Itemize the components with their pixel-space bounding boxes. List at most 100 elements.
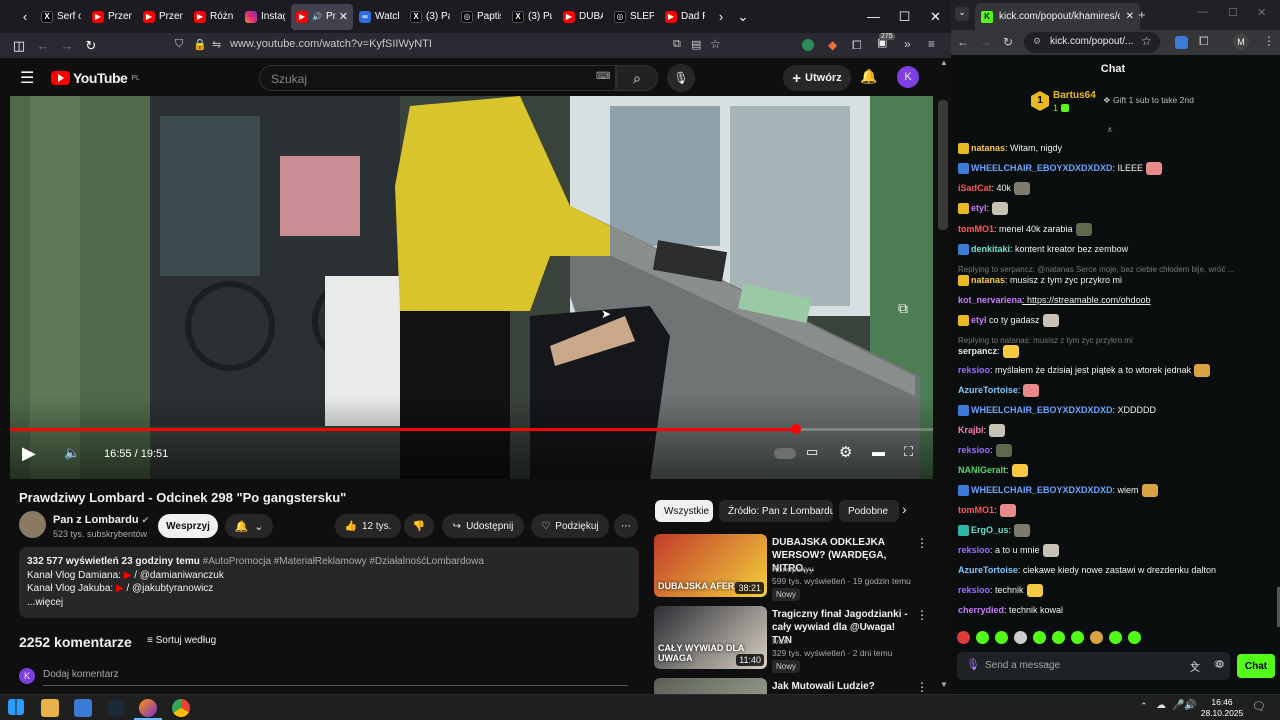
close-window-button[interactable]: ✕ <box>920 9 951 25</box>
chrome-kebab-menu-icon[interactable]: ⋮ <box>1263 34 1275 48</box>
chat-username[interactable]: serpancz <box>958 346 997 356</box>
chat-username[interactable]: reksioo <box>958 585 990 595</box>
channel-avatar[interactable] <box>19 511 46 538</box>
system-clock[interactable]: 16:46 28.10.2025 <box>1199 697 1245 719</box>
browser-tab[interactable]: ▶ Dad P <box>660 4 710 30</box>
chat-username[interactable]: denkitaki <box>971 244 1010 254</box>
quick-emote-icon[interactable] <box>976 631 989 644</box>
browser-tab[interactable]: X (3) Pa <box>405 4 455 30</box>
extension-fox-icon[interactable]: ◆ <box>828 38 837 52</box>
video-thumbnail[interactable]: DUBAJSKA AFERA 38:21 <box>654 534 767 597</box>
file-explorer-icon[interactable] <box>41 699 59 717</box>
steam-icon[interactable] <box>107 699 125 717</box>
account-avatar[interactable]: K <box>897 66 919 88</box>
settings-gear-icon[interactable]: ⚙ <box>839 443 852 461</box>
browser-tab[interactable]: ▶ Przem <box>87 4 137 30</box>
tab-list-button[interactable] <box>0 0 14 33</box>
recommended-channel[interactable]: Ivan <box>772 636 788 646</box>
tab-search-chevron-icon[interactable]: ⌄ <box>955 7 969 21</box>
description-line-2-handle[interactable]: / @jakubtyranowicz <box>126 583 213 594</box>
bookmark-star-icon[interactable]: ☆ <box>710 37 721 51</box>
new-tab-plus-icon[interactable]: + <box>1138 7 1146 22</box>
browser-tab[interactable]: ∞ Watch <box>354 4 404 30</box>
chrome-tab-active[interactable]: K kick.com/popout/khamires/cha ✕ <box>975 3 1140 30</box>
quick-emote-icon[interactable] <box>1052 631 1065 644</box>
chat-username[interactable]: natanas <box>971 143 1005 153</box>
hamburger-menu-icon[interactable]: ≡ <box>928 37 935 51</box>
forward-button[interactable]: → <box>55 33 79 58</box>
chat-text[interactable]: : https://streamable.com/ohdoob <box>1022 295 1151 305</box>
quick-emote-icon[interactable] <box>1014 631 1027 644</box>
chat-username[interactable]: iSadCat <box>958 183 992 193</box>
reader-view-icon[interactable]: ▤ <box>691 38 701 51</box>
quick-emote-icon[interactable] <box>1033 631 1046 644</box>
browser-tab[interactable]: X Serf o <box>36 4 86 30</box>
scroll-tabs-left-button[interactable]: ‹ <box>14 0 36 33</box>
tray-chevron-up-icon[interactable]: ⌃ <box>1140 701 1148 712</box>
channel-name-row[interactable]: Pan z Lombardu ✔ <box>53 514 149 526</box>
video-progress-bar[interactable] <box>10 424 933 434</box>
send-chat-button[interactable]: Chat <box>1237 654 1275 678</box>
maximize-button[interactable]: ☐ <box>889 9 920 25</box>
support-button[interactable]: Wesprzyj <box>158 514 218 538</box>
subtitles-icon[interactable]: ▭ <box>806 444 818 460</box>
extension-globe-icon[interactable] <box>802 39 814 51</box>
video-thumbnail[interactable] <box>654 678 767 694</box>
filter-chip[interactable]: Źródło: Pan z Lombardu <box>719 500 833 522</box>
chat-username[interactable]: etyl <box>971 203 987 213</box>
sort-comments-button[interactable]: ≡ Sortuj według <box>147 635 216 646</box>
volume-icon[interactable]: 🔈 <box>64 445 80 461</box>
chat-username[interactable]: WHEELCHAIR_EBOYXDXDXDXD <box>971 405 1113 415</box>
gift-sub-prompt[interactable]: ❖ Gift 1 sub to take 2nd <box>1103 95 1194 106</box>
quick-emote-icon[interactable] <box>995 631 1008 644</box>
scroll-down-arrow[interactable]: ▼ <box>940 680 948 689</box>
speaker-icon[interactable]: 🔊 <box>1184 700 1196 711</box>
chrome-minimize-button[interactable]: — <box>1197 6 1208 18</box>
chat-username[interactable]: NANIGeralt <box>958 465 1006 475</box>
chat-username[interactable]: reksioo <box>958 365 990 375</box>
share-button[interactable]: ↪ Udostępnij <box>442 514 524 538</box>
windows-start-icon[interactable] <box>8 699 24 715</box>
recommended-title[interactable]: Tragiczny finał Jagodzianki - cały wywia… <box>772 608 912 647</box>
recommended-video[interactable]: Jak Mutowali Ludzie? Więzień ⋮ <box>654 678 949 694</box>
chat-username[interactable]: etyl <box>971 315 987 325</box>
site-info-icon[interactable]: ⚙ <box>1033 36 1041 47</box>
browser-tab[interactable]: ▶ DUBA <box>558 4 608 30</box>
add-comment-input[interactable]: Dodaj komentarz <box>43 669 119 680</box>
filter-chip[interactable]: Podobne <box>839 500 899 522</box>
chat-username[interactable]: Krajbi <box>958 425 984 435</box>
recommended-video[interactable]: DUBAJSKA AFERA 38:21 DUBAJSKA ODKLEJKA WER… <box>654 534 949 601</box>
chrome-extension-icon[interactable] <box>1175 36 1188 49</box>
recommended-title[interactable]: Jak Mutowali Ludzie? Więzień <box>772 680 912 694</box>
list-all-tabs-button[interactable]: ⌄ <box>732 0 754 33</box>
filter-chip[interactable]: Wszystkie <box>655 500 713 522</box>
chat-settings-gear-icon[interactable]: ⚙ <box>1215 658 1225 671</box>
guide-menu-icon[interactable]: ☰ <box>20 68 34 88</box>
quick-emote-icon[interactable] <box>1128 631 1141 644</box>
more-actions-button[interactable]: ⋯ <box>614 514 638 538</box>
description-line-1-handle[interactable]: / @damianiwanczuk <box>134 570 224 581</box>
browser-tab[interactable]: ▶ Różni <box>189 4 239 30</box>
chrome-address-bar[interactable]: ⚙ kick.com/popout/... <box>1024 32 1160 53</box>
scroll-up-arrow[interactable]: ▲ <box>940 58 948 67</box>
browser-tab[interactable]: Instag <box>240 4 290 30</box>
tab-active[interactable]: ▶ 🔊Pra ✕ <box>291 3 353 30</box>
sidebar-toggle-button[interactable]: ◫ <box>7 33 31 58</box>
store-icon[interactable]: ⌂ <box>1191 658 1198 670</box>
youtube-logo[interactable]: YouTube PL <box>51 70 140 86</box>
pinned-scroll-icon[interactable]: ⩡ <box>1107 125 1113 136</box>
chrome-puzzle-icon[interactable]: ⧠ <box>1199 34 1209 49</box>
gifter-name[interactable]: Bartus64 <box>1053 90 1096 101</box>
extensions-puzzle-icon[interactable]: ⧠ <box>852 38 862 53</box>
create-button[interactable]: + Utwórz <box>783 65 851 91</box>
browser-tab[interactable]: ◎ Paptis <box>456 4 506 30</box>
keyboard-icon[interactable]: ⌨ <box>596 71 610 82</box>
browser-tab[interactable]: ▶ Przem <box>138 4 188 30</box>
like-button[interactable]: 👍 12 tys. <box>335 514 401 538</box>
close-tab-icon[interactable]: ✕ <box>1126 11 1134 22</box>
more-dots-icon[interactable]: ⋮ <box>916 608 928 622</box>
quick-emote-icon[interactable] <box>957 631 970 644</box>
video-thumbnail[interactable]: CAŁY WYWIAD DLA UWAGA 11:40 <box>654 606 767 669</box>
chips-next-chevron-icon[interactable]: › <box>902 501 907 517</box>
chrome-taskbar-icon[interactable] <box>172 699 190 717</box>
